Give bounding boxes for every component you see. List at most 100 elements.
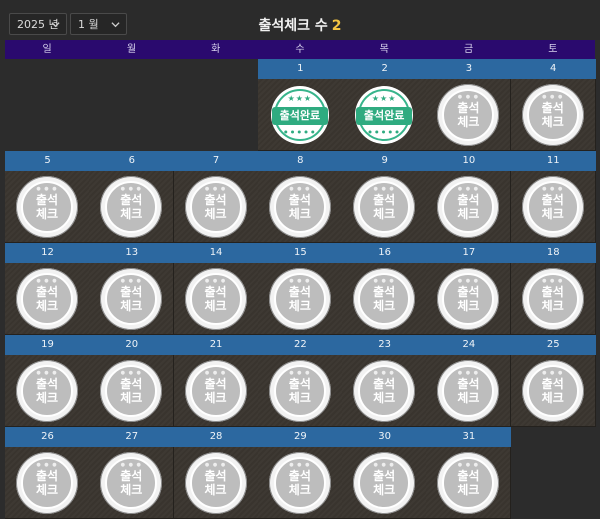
day-stamp-area: ● ● ● 출석 체크 [426,355,512,427]
calendar-day-cell[interactable]: 18 ● ● ● 출석 체크 [510,243,596,335]
stamp-text-line1: 출석 [541,376,564,391]
stamp-text-line2: 체크 [204,206,227,221]
day-stamp-area: ● ● ● 출석 체크 [426,447,512,519]
calendar-day-cell[interactable]: 14 ● ● ● 출석 체크 [173,243,259,335]
stamp-text-line1: 출석 [373,376,396,391]
dot-ornament-icon: ● ● ● [204,277,227,284]
day-stamp-area: ● ● ● 출석 체크 [173,355,259,427]
attendance-complete-stamp: ★★★ 출석완료 ● ● ● ● ● [270,85,329,144]
calendar-day-cell[interactable]: 17 ● ● ● 출석 체크 [426,243,512,335]
calendar-day-cell[interactable]: 10 ● ● ● 출석 체크 [426,151,512,243]
attendance-check-stamp: ● ● ● 출석 체크 [16,359,78,422]
stamp-text-line2: 체크 [457,114,480,129]
calendar-day-cell[interactable]: 25 ● ● ● 출석 체크 [510,335,596,427]
calendar-day-cell[interactable]: 28 ● ● ● 출석 체크 [173,427,259,519]
dot-ornament-icon: ● ● ● [457,461,480,468]
stamp-text-line1: 출석 [541,192,564,207]
attendance-count: 2 [331,18,342,34]
calendar-day-cell[interactable]: 27 ● ● ● 출석 체크 [89,427,175,519]
calendar-day-cell[interactable]: 2 ★★★ 출석완료 ● ● ● ● ● [342,59,428,151]
stamp-text-line2: 체크 [288,298,311,313]
day-stamp-area: ● ● ● 출석 체크 [426,263,512,335]
stamp-text-line1: 출석 [457,284,480,299]
calendar-day-cell[interactable]: 21 ● ● ● 출석 체크 [173,335,259,427]
stamp-text-line1: 출석 [541,284,564,299]
attendance-complete-label: 출석완료 [356,106,413,125]
attendance-check-stamp: ● ● ● 출석 체크 [184,175,247,238]
attendance-check-stamp: ● ● ● 출석 체크 [268,451,331,514]
day-stamp-area: ● ● ● 출석 체크 [173,171,259,243]
attendance-title-text: 출석체크 수 [258,18,328,34]
stamp-text-line1: 출석 [120,284,143,299]
dot-ornament-icon: ● ● ● [542,369,564,376]
calendar-day-cell[interactable]: 15 ● ● ● 출석 체크 [257,243,343,335]
calendar-day-cell[interactable]: 12 ● ● ● 출석 체크 [5,243,90,335]
calendar-day-cell[interactable]: 23 ● ● ● 출석 체크 [342,335,428,427]
calendar-day-cell[interactable]: 22 ● ● ● 출석 체크 [257,335,343,427]
day-number: 3 [426,59,512,79]
dot-ornament-icon: ● ● ● [289,277,311,284]
attendance-check-stamp: ● ● ● 출석 체크 [353,267,416,330]
attendance-complete-stamp: ★★★ 출석완료 ● ● ● ● ● [355,85,414,144]
dot-ornament-icon: ● ● ● [373,277,395,284]
calendar-day-cell[interactable]: 8 ● ● ● 출석 체크 [257,151,343,243]
day-number: 23 [342,335,428,355]
attendance-check-stamp: ● ● ● 출석 체크 [16,175,78,238]
day-number: 27 [89,427,175,447]
calendar-day-cell[interactable]: 24 ● ● ● 출석 체크 [426,335,512,427]
attendance-check-stamp: ● ● ● 출석 체크 [184,359,247,422]
calendar-day-cell[interactable]: 9 ● ● ● 출석 체크 [342,151,428,243]
day-stamp-area: ★★★ 출석완료 ● ● ● ● ● [257,79,343,151]
attendance-check-stamp: ● ● ● 출석 체크 [16,267,78,330]
stamp-text-line1: 출석 [35,376,59,391]
dot-ornament-icon: ● ● ● [373,369,395,376]
attendance-check-stamp: ● ● ● 출석 체크 [16,451,78,514]
day-number: 1 [257,59,343,79]
day-stamp-area: ● ● ● 출석 체크 [5,263,90,335]
day-number: 16 [342,243,428,263]
calendar-day-cell[interactable]: 29 ● ● ● 출석 체크 [257,427,343,519]
calendar-day-cell[interactable]: 5 ● ● ● 출석 체크 [5,151,90,243]
calendar-day-cell[interactable]: 31 ● ● ● 출석 체크 [426,427,512,519]
dot-ornament-icon: ● ● ● [542,93,564,100]
calendar-day-cell[interactable]: 6 ● ● ● 출석 체크 [89,151,175,243]
day-number: 19 [5,335,90,355]
calendar-day-cell[interactable]: 13 ● ● ● 출석 체크 [89,243,175,335]
stamp-text-line2: 체크 [120,390,143,405]
star-icon: ★★★ [287,93,313,103]
calendar-day-cell[interactable]: 30 ● ● ● 출석 체크 [342,427,428,519]
day-stamp-area: ● ● ● 출석 체크 [173,447,259,519]
day-stamp-area: ● ● ● 출석 체크 [5,447,90,519]
day-number: 2 [342,59,428,79]
weekday-label: 화 [211,44,221,55]
day-number: 5 [5,151,90,171]
calendar-day-cell[interactable]: 16 ● ● ● 출석 체크 [342,243,428,335]
stamp-text-line2: 체크 [288,482,311,497]
day-number: 7 [173,151,259,171]
calendar-day-cell[interactable]: 3 ● ● ● 출석 체크 [426,59,512,151]
calendar-day-cell[interactable]: 7 ● ● ● 출석 체크 [173,151,259,243]
day-stamp-area: ● ● ● 출석 체크 [257,171,343,243]
stamp-text-line2: 체크 [373,298,396,313]
day-stamp-area: ● ● ● 출석 체크 [89,447,175,519]
day-stamp-area: ● ● ● 출석 체크 [342,171,428,243]
day-stamp-area: ● ● ● 출석 체크 [257,263,343,335]
dot-ornament-icon: ● ● ● [36,369,58,376]
stamp-text-line2: 체크 [35,390,59,405]
calendar-day-cell[interactable]: 20 ● ● ● 출석 체크 [89,335,175,427]
stamp-text-line2: 체크 [35,206,59,221]
calendar-day-cell[interactable]: 19 ● ● ● 출석 체크 [5,335,90,427]
calendar-day-cell[interactable]: 4 ● ● ● 출석 체크 [510,59,596,151]
day-number: 18 [510,243,596,263]
dot-ornament-icon: ● ● ● [289,185,311,192]
day-number: 17 [426,243,512,263]
day-stamp-area: ★★★ 출석완료 ● ● ● ● ● [342,79,428,151]
weekday-header: 일월화수목금토 [5,40,595,59]
calendar-day-cell[interactable]: 11 ● ● ● 출석 체크 [510,151,596,243]
dot-ornament-icon: ● ● ● [204,369,227,376]
attendance-check-stamp: ● ● ● 출석 체크 [268,359,331,422]
calendar-day-cell[interactable]: 1 ★★★ 출석완료 ● ● ● ● ● [257,59,343,151]
stamp-text-line2: 체크 [541,390,564,405]
attendance-check-stamp: ● ● ● 출석 체크 [437,267,500,330]
calendar-day-cell[interactable]: 26 ● ● ● 출석 체크 [5,427,90,519]
